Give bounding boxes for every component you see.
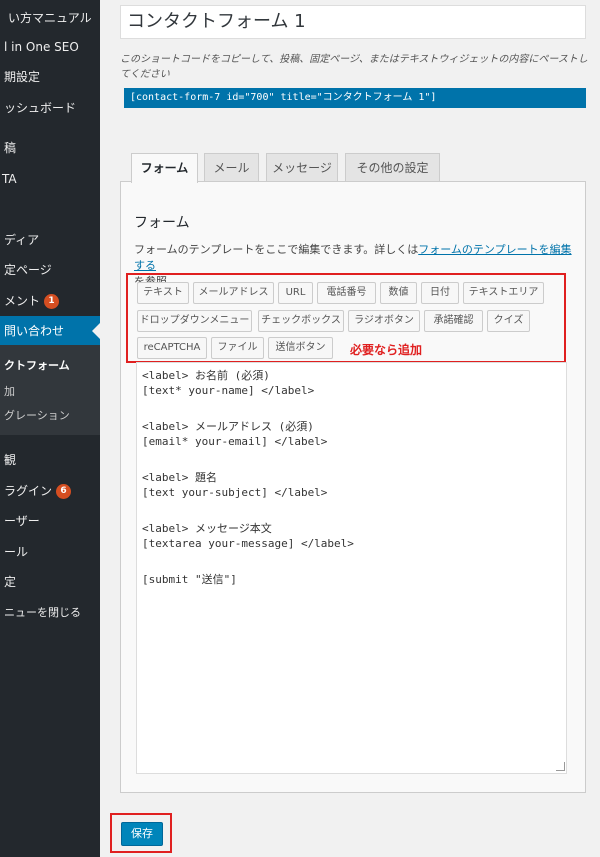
save-button[interactable]: 保存 (121, 822, 163, 846)
sidebar-item-plugins[interactable]: ラグイン 6 (0, 476, 100, 506)
admin-sidebar: い方マニュアル l in One SEO 期設定 ッシュボード 稿 TA ディア… (0, 0, 100, 857)
submenu-item-contact-forms[interactable]: クトフォーム (0, 354, 100, 378)
shortcode-note: このショートコードをコピーして、投稿、固定ページ、またはテキストウィジェットの内… (120, 54, 588, 80)
sidebar-item-initial-settings[interactable]: 期設定 (0, 62, 100, 92)
tab-mail[interactable]: メール (204, 153, 259, 182)
code-line: <label> お名前 (必須) (142, 369, 270, 382)
tag-buttons-annotation: 必要なら追加 (350, 343, 423, 357)
panel-heading: フォーム (134, 215, 190, 231)
sidebar-item-unnamed[interactable] (0, 194, 100, 224)
code-line: <label> メッセージ本文 (142, 522, 272, 535)
sidebar-item-appearance[interactable]: 観 (0, 445, 100, 475)
code-line: [submit "送信"] (142, 573, 237, 586)
code-line: [text your-subject] </label> (142, 486, 328, 499)
comment-count-badge: 1 (44, 294, 60, 309)
sidebar-item-manual[interactable]: い方マニュアル (0, 3, 100, 33)
sidebar-item-media[interactable]: ディア (0, 225, 100, 255)
sidebar-item-users[interactable]: ーザー (0, 506, 100, 536)
sidebar-item-pages[interactable]: 定ページ (0, 255, 100, 285)
tab-additional-settings[interactable]: その他の設定 (345, 153, 440, 182)
code-line: <label> メールアドレス (必須) (142, 420, 314, 433)
sidebar-item-cta[interactable]: TA (0, 164, 100, 194)
code-line: [email* your-email] </label> (142, 435, 328, 448)
sidebar-item-settings[interactable]: 定 (0, 567, 100, 597)
form-title-input[interactable]: コンタクトフォーム 1 (120, 5, 586, 39)
tag-buttons-highlight (126, 273, 566, 363)
plugin-update-badge: 6 (56, 484, 72, 499)
sidebar-collapse-menu[interactable]: ニューを閉じる (0, 598, 100, 628)
code-line: <label> 題名 (142, 471, 217, 484)
submenu-item-add-new[interactable]: 加 (0, 380, 100, 404)
submenu-item-integration[interactable]: グレーション (0, 404, 100, 428)
sidebar-item-comments[interactable]: メント 1 (0, 286, 100, 316)
sidebar-item-seo[interactable]: l in One SEO (0, 32, 100, 62)
code-line: [text* your-name] </label> (142, 384, 315, 397)
resize-handle-icon[interactable] (556, 762, 565, 771)
tab-form[interactable]: フォーム (131, 153, 198, 183)
sidebar-item-tools[interactable]: ール (0, 537, 100, 567)
sidebar-item-dashboard[interactable]: ッシュボード (0, 93, 100, 123)
sidebar-item-posts[interactable]: 稿 (0, 133, 100, 163)
code-line: [textarea your-message] </label> (142, 537, 354, 550)
sidebar-item-contact[interactable]: 問い合わせ (0, 316, 100, 346)
tab-messages[interactable]: メッセージ (266, 153, 338, 182)
shortcode-field[interactable]: [contact-form-7 id="700" title="コンタクトフォー… (124, 88, 586, 108)
